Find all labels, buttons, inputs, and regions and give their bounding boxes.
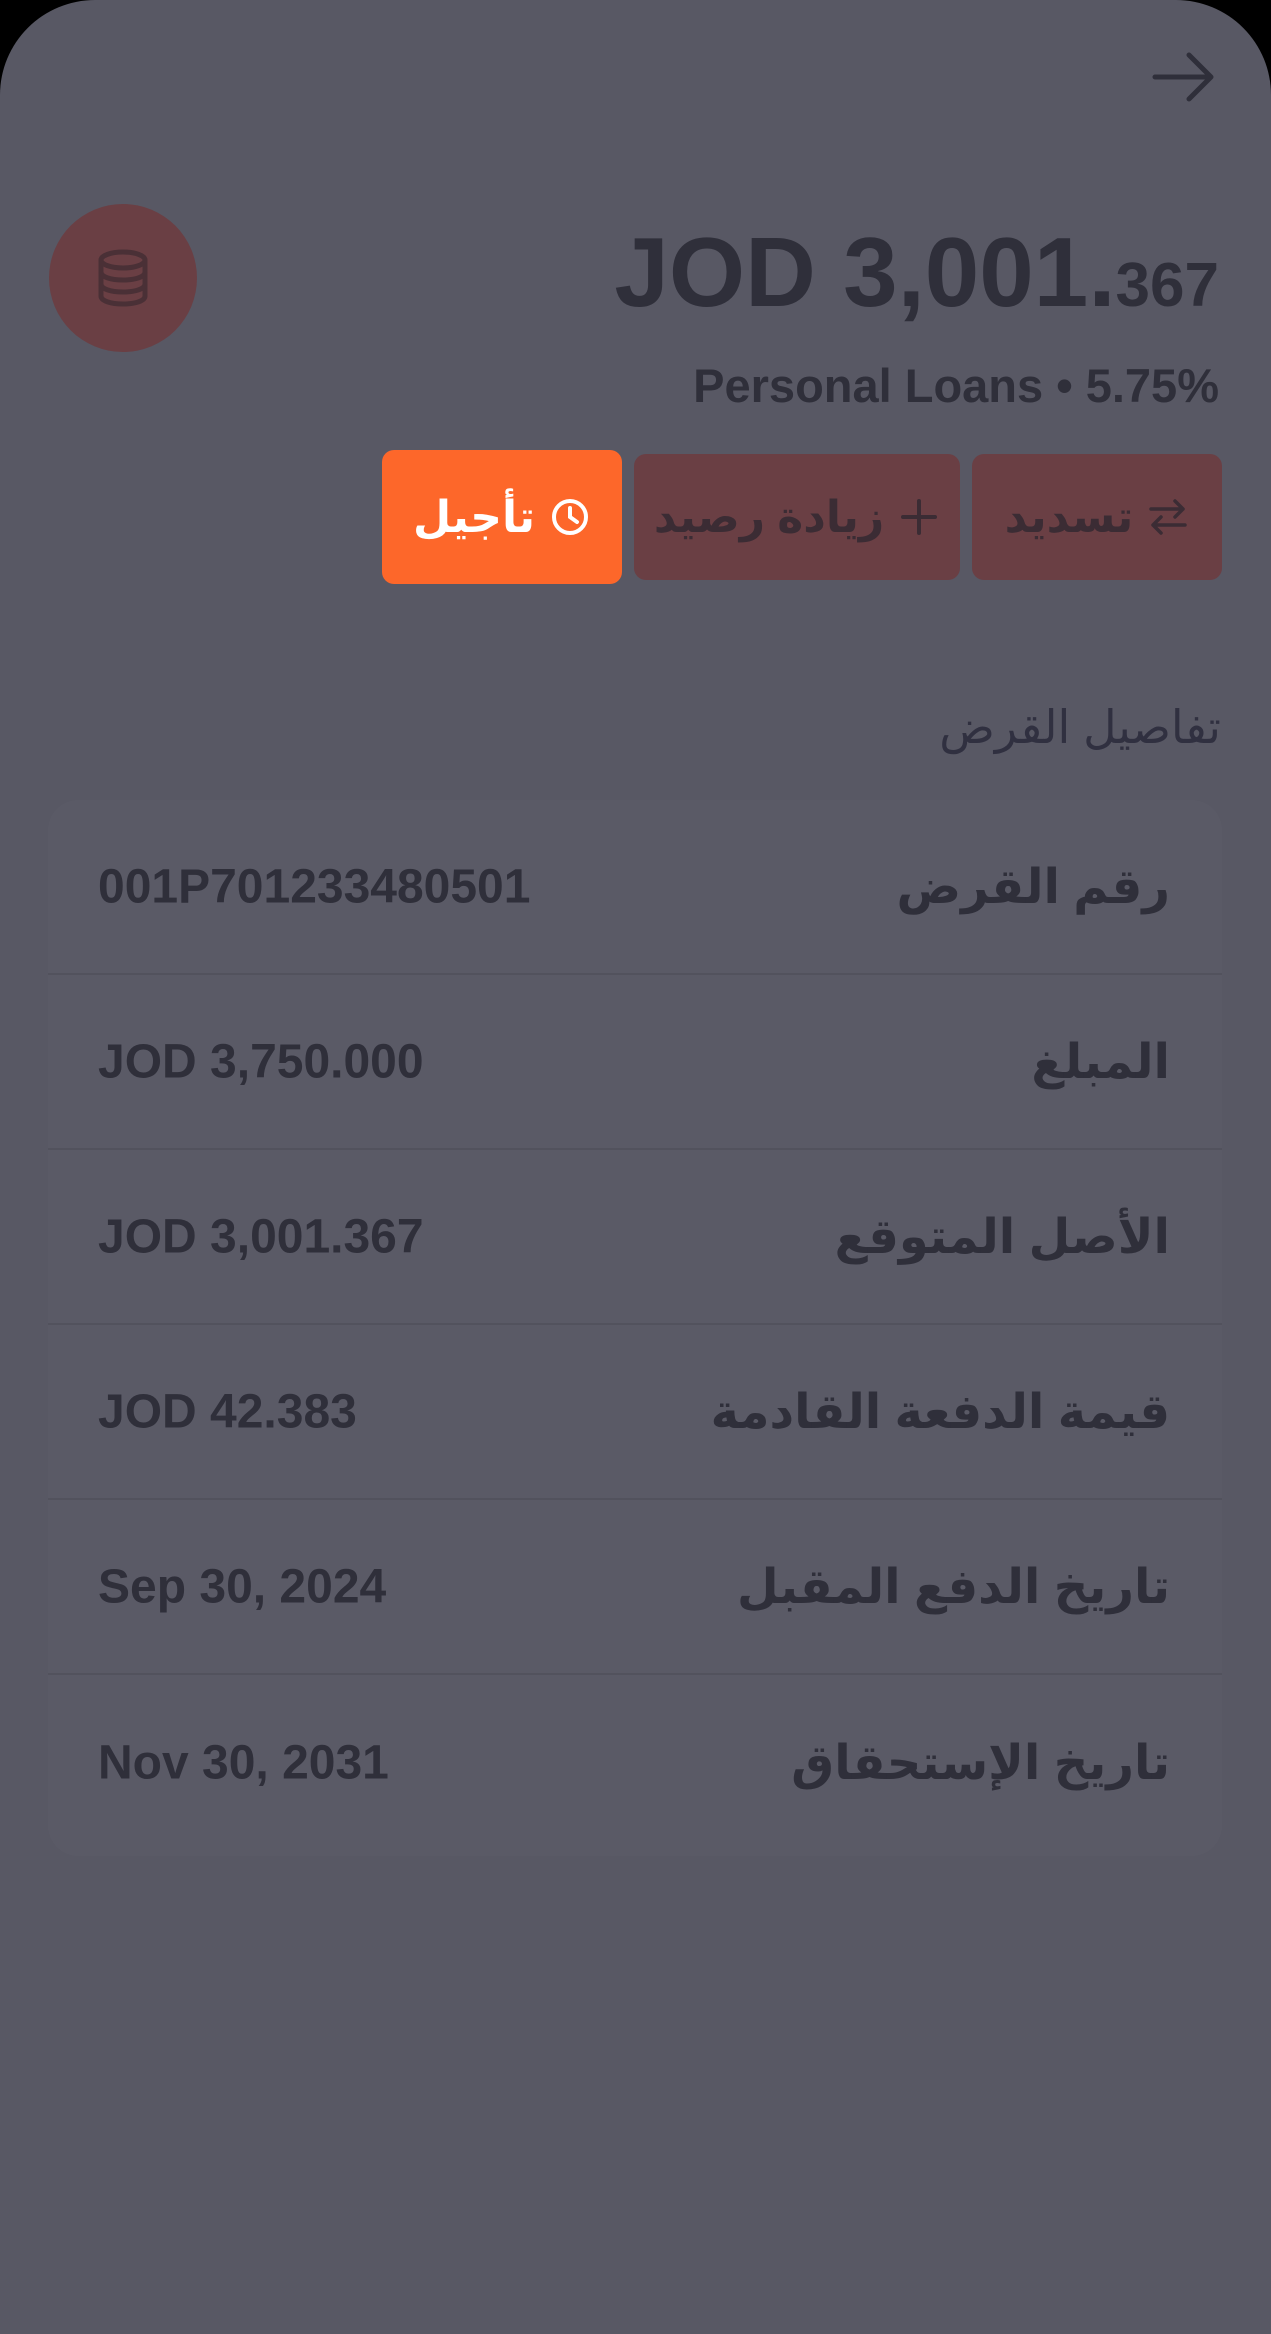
detail-label: قيمة الدفعة القادمة [710, 1385, 1170, 1439]
outstanding-balance: JOD 3,001. 367 [614, 216, 1219, 327]
defer-button[interactable]: تأجيل [382, 450, 622, 584]
detail-value: JOD 42.383 [98, 1385, 357, 1438]
detail-label: تاريخ الدفع المقبل [736, 1560, 1170, 1614]
detail-row-next-payment-amount: قيمة الدفعة القادمة JOD 42.383 [48, 1325, 1222, 1500]
arrow-right-icon [1152, 52, 1214, 102]
detail-value: Nov 30, 2031 [98, 1736, 389, 1789]
balance-fraction: 367 [1115, 251, 1219, 320]
detail-label: المبلغ [1031, 1035, 1170, 1089]
detail-value: 001P701233480501 [98, 860, 531, 913]
coins-stack-icon [98, 249, 148, 307]
detail-row-next-payment-date: تاريخ الدفع المقبل Sep 30, 2024 [48, 1500, 1222, 1675]
loan-type-avatar [49, 204, 197, 352]
plus-icon [901, 499, 938, 535]
top-up-label: زيادة رصيد [653, 492, 885, 542]
loan-details-title: تفاصيل القرض [939, 701, 1221, 753]
swap-arrows-icon [1149, 499, 1188, 535]
back-button[interactable] [1140, 42, 1228, 112]
loan-details-card: رقم القرض 001P701233480501 المبلغ JOD 3,… [48, 800, 1222, 1856]
detail-row-maturity-date: تاريخ الإستحقاق Nov 30, 2031 [48, 1675, 1222, 1850]
detail-label: رقم القرض [896, 860, 1171, 914]
detail-value: Sep 30, 2024 [98, 1560, 387, 1613]
balance-main: JOD 3,001. [614, 217, 1116, 327]
repay-button[interactable]: تسديد [972, 454, 1222, 580]
detail-value: JOD 3,750.000 [98, 1035, 424, 1088]
detail-label: الأصل المتوقع [834, 1210, 1170, 1264]
detail-row-loan-number: رقم القرض 001P701233480501 [48, 800, 1222, 975]
loan-type-rate: Personal Loans • 5.75% [693, 359, 1219, 412]
detail-value: JOD 3,001.367 [98, 1210, 424, 1263]
loan-details-screen: JOD 3,001. 367 Personal Loans • 5.75% تأ… [0, 0, 1271, 2334]
top-up-button[interactable]: زيادة رصيد [634, 454, 960, 580]
detail-row-amount: المبلغ JOD 3,750.000 [48, 975, 1222, 1150]
repay-label: تسديد [1004, 492, 1134, 542]
defer-label: تأجيل [413, 492, 535, 542]
detail-row-expected-principal: الأصل المتوقع JOD 3,001.367 [48, 1150, 1222, 1325]
clock-icon [552, 499, 588, 535]
detail-label: تاريخ الإستحقاق [791, 1736, 1170, 1790]
action-buttons: تأجيل زيادة رصيد تسديد [382, 450, 1222, 584]
